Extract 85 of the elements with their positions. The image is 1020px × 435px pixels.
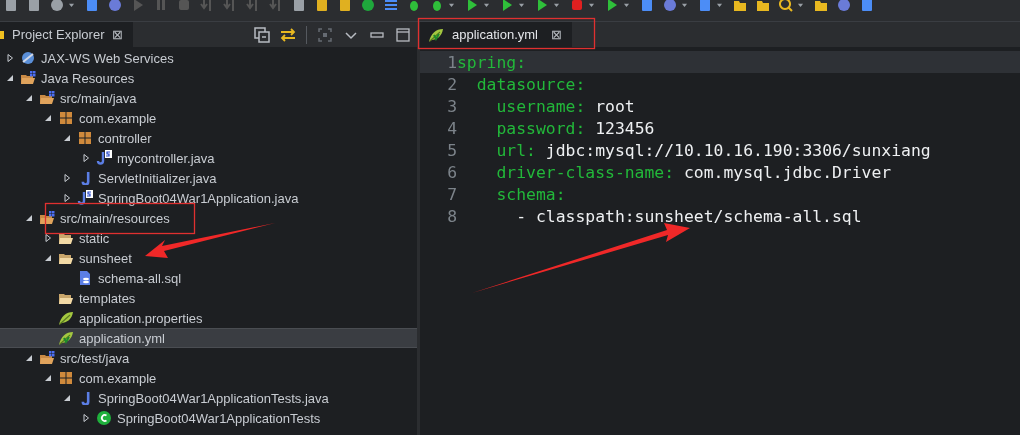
code-line: driver-class-name: com.mysql.jdbc.Driver [495,162,892,182]
spring-java-file-icon [96,150,112,166]
resources-folder-icon [20,70,36,86]
line-number: 4 [446,118,457,138]
tree-item[interactable]: Java Resources [0,68,417,88]
class-icon [96,410,112,426]
search-icon[interactable] [779,0,793,12]
play-icon[interactable] [535,0,549,12]
source-folder-icon [39,210,55,226]
expanded-arrow-icon[interactable] [25,354,33,362]
package-icon [58,370,74,386]
tree-item[interactable]: JAX-WS Web Services [0,48,417,68]
tree-item[interactable]: com.example [0,108,417,128]
line-number: 3 [446,96,457,116]
database-file-icon [77,270,93,286]
maximize-icon[interactable] [395,26,411,43]
line-number: 8 [446,206,457,226]
editor-tab[interactable]: application.yml ⊠ [420,22,572,47]
spring-java-file-icon [77,190,93,206]
line-number: 6 [446,162,457,182]
collapsed-arrow-icon[interactable] [44,234,52,242]
tree-item[interactable]: SpringBoot04War1ApplicationTests.java [0,388,417,408]
web-service-icon [20,50,36,66]
tree-item[interactable]: src/test/java [0,348,417,368]
tree-item[interactable]: src/main/resources [0,208,417,228]
tree-item[interactable]: ServletInitializer.java [0,168,417,188]
code-line: datasource: [475,74,586,94]
package-icon [77,130,93,146]
expanded-arrow-icon[interactable] [44,374,52,382]
tree-item[interactable]: schema-all.sql [0,268,417,288]
tree-item[interactable]: application.yml [0,328,417,348]
line-number: 5 [446,140,457,160]
expanded-arrow-icon[interactable] [25,214,33,222]
play-icon[interactable] [465,0,479,12]
collapsed-arrow-icon[interactable] [82,154,90,162]
line-number: 1 [446,52,457,72]
expanded-arrow-icon[interactable] [63,394,71,402]
code-line: spring: [457,52,527,72]
java-file-icon [81,171,90,185]
project-explorer-tab[interactable]: Project Explorer ⊠ [0,22,134,47]
leaf-icon [428,26,444,43]
tree-item[interactable]: templates [0,288,417,308]
expanded-arrow-icon[interactable] [25,94,33,102]
expanded-arrow-icon[interactable] [6,74,14,82]
code-line: url: jdbc:mysql://10.10.16.190:3306/sunxiang [495,140,931,160]
leaf-icon [58,330,74,346]
tree-item[interactable]: SpringBoot04War1ApplicationTests [0,408,417,428]
tree-item[interactable]: SpringBoot04War1Application.java [0,188,417,208]
source-folder-icon [39,90,55,106]
tree-item[interactable]: application.properties [0,308,417,328]
play-icon[interactable] [500,0,514,12]
collapse-all-icon[interactable] [254,26,270,43]
collapsed-arrow-icon[interactable] [82,414,90,422]
play-icon[interactable] [605,0,619,12]
stop-icon[interactable] [570,0,584,12]
expanded-arrow-icon[interactable] [63,134,71,142]
code-line: password: 123456 [495,118,655,138]
tree-item[interactable]: sunsheet [0,248,417,268]
code-line: - classpath:sunsheet/schema-all.sql [515,206,862,226]
code-line: schema: [495,184,566,204]
focus-icon[interactable] [317,26,333,43]
leaf-icon [58,310,74,326]
tree-item[interactable]: mycontroller.java [0,148,417,168]
expanded-arrow-icon[interactable] [44,114,52,122]
line-number: 2 [446,74,457,94]
folder-icon[interactable] [756,0,770,12]
collapsed-arrow-icon[interactable] [6,54,14,62]
collapsed-arrow-icon[interactable] [63,194,71,202]
tree-item[interactable]: controller [0,128,417,148]
line-number: 7 [446,184,457,204]
collapsed-arrow-icon[interactable] [63,174,71,182]
folder-icon[interactable] [814,0,828,12]
expanded-arrow-icon[interactable] [44,254,52,262]
code-line: username: root [495,96,635,116]
package-icon [58,110,74,126]
source-folder-icon [39,350,55,366]
list-icon[interactable] [384,0,398,12]
close-icon[interactable]: ⊠ [112,27,124,42]
close-icon[interactable]: ⊠ [551,27,562,42]
java-file-icon [81,391,90,405]
tree-item[interactable]: com.example [0,368,417,388]
tree-item[interactable]: src/main/java [0,88,417,108]
folder-icon[interactable] [733,0,747,12]
tree-item[interactable]: static [0,228,417,248]
link-arrows-icon[interactable] [280,26,296,43]
